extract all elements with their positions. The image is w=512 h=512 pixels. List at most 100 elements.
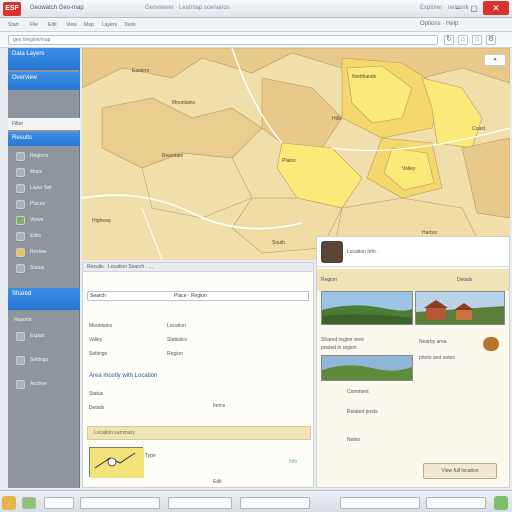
entry-subtitle: posted in region: [321, 345, 357, 351]
sidebar-results-tab[interactable]: Results: [8, 132, 80, 146]
info-header: Location Info ·: [317, 237, 509, 267]
result-item[interactable]: Location: [167, 323, 186, 329]
related-link[interactable]: Related posts: [347, 409, 378, 415]
settings-icon[interactable]: ⚙: [486, 35, 496, 45]
entry2-subtitle: photo and notes: [419, 355, 455, 361]
minimize-icon[interactable]: –: [452, 3, 464, 14]
sidebar-item-label: Edits: [30, 233, 42, 239]
landscape-photo[interactable]: [321, 291, 413, 325]
menu-edit[interactable]: Edit: [48, 22, 57, 28]
taskbar-button[interactable]: [168, 497, 232, 509]
sidebar-item-label: Export: [30, 333, 45, 339]
sidebar-item-places[interactable]: Places: [8, 198, 80, 212]
sidebar: Data Layers Overview Filter Results Regi…: [8, 48, 80, 488]
taskbar-button[interactable]: [340, 497, 420, 509]
menu-map[interactable]: Map: [84, 22, 94, 28]
map-label: Coast: [472, 126, 486, 132]
result-item[interactable]: Details: [89, 405, 104, 411]
toolbar-options[interactable]: Options · Help: [420, 21, 458, 27]
app-logo[interactable]: ESF: [3, 2, 21, 16]
sidebar-item-review[interactable]: Review: [8, 246, 80, 260]
map-close-icon[interactable]: ✕: [484, 54, 506, 66]
sidebar-results-label: Results: [12, 135, 33, 141]
result-item[interactable]: Mountains: [89, 323, 112, 329]
summary-banner[interactable]: Location summary: [87, 426, 311, 440]
map-view[interactable]: Eastern Mountains Northlands Riverdale P…: [82, 48, 510, 260]
sidebar-item-layerset[interactable]: Layer Set: [8, 182, 80, 196]
edit-link[interactable]: Edit: [213, 479, 222, 485]
tray-icon[interactable]: [494, 496, 508, 510]
toolbar: Start File Edit View Map Layers Tools Op…: [0, 18, 512, 32]
menu-view[interactable]: View: [66, 22, 77, 28]
location-search-input[interactable]: Search Place · Region: [87, 291, 309, 301]
result-summary-link[interactable]: Area mostly with Location: [89, 373, 157, 379]
sidebar-item-settings[interactable]: Settings: [8, 354, 80, 368]
sidebar-item-label: Regions: [30, 153, 49, 159]
result-item[interactable]: Status: [89, 391, 103, 397]
result-item[interactable]: Region: [167, 351, 183, 357]
sidebar-item-label: Layer Set: [30, 185, 52, 191]
comment-link[interactable]: Comment: [347, 389, 369, 395]
app-icon[interactable]: [22, 497, 36, 509]
results-header: Results · Location Search · ...: [83, 263, 313, 272]
menu-file[interactable]: File: [30, 22, 38, 28]
results-panel: Results · Location Search · ... Search P…: [82, 262, 314, 488]
entry-title[interactable]: Shared region view: [321, 337, 364, 343]
result-item[interactable]: Settings: [89, 351, 107, 357]
maximize-icon[interactable]: ▢: [468, 3, 480, 14]
location-thumbnail[interactable]: [89, 447, 144, 478]
sidebar-item-export[interactable]: Export: [8, 330, 80, 344]
location-info-panel: Location Info · Region Details Shared re…: [316, 236, 510, 488]
map-label: Northlands: [352, 74, 377, 80]
sidebar-item-views[interactable]: Views: [8, 214, 80, 228]
taskbar-button[interactable]: [240, 497, 310, 509]
notes-link[interactable]: Notes: [347, 437, 360, 443]
result-item[interactable]: Statistics: [167, 337, 187, 343]
sidebar-header-layers[interactable]: Data Layers: [8, 48, 80, 70]
taskbar-button[interactable]: [80, 497, 160, 509]
refresh-icon[interactable]: ↻: [444, 35, 454, 45]
sidebar-shared-tab[interactable]: Shared: [8, 288, 80, 310]
taskbar-button[interactable]: [44, 497, 74, 509]
view-location-button[interactable]: View full location: [423, 463, 497, 479]
home-icon[interactable]: ⌂: [458, 35, 468, 45]
avatar[interactable]: [321, 241, 343, 263]
address-input[interactable]: geo://region/map: [8, 35, 438, 45]
sidebar-item-reports[interactable]: Reports: [8, 314, 80, 328]
start-icon[interactable]: [2, 496, 16, 510]
sidebar-item-status[interactable]: Status: [8, 262, 80, 276]
thumbnail-label: Type: [145, 453, 156, 459]
hills-image: [322, 356, 412, 380]
band-left-label: Region: [321, 277, 337, 283]
village-photo[interactable]: [415, 291, 505, 325]
info-band: Region Details: [317, 269, 509, 291]
entry2-title[interactable]: Nearby area: [419, 339, 447, 345]
star-icon[interactable]: ☆: [472, 35, 482, 45]
map-label: Eastern: [132, 68, 150, 74]
sidebar-item-regions[interactable]: Regions: [8, 150, 80, 164]
menu-layers[interactable]: Layers: [102, 22, 117, 28]
pencil-icon: [16, 232, 25, 241]
sidebar-filter[interactable]: Filter: [8, 118, 80, 130]
sidebar-item-label: Maps: [30, 169, 43, 175]
map-canvas[interactable]: [82, 48, 510, 260]
search-label: Search: [90, 293, 106, 299]
taskbar-button[interactable]: [426, 497, 486, 509]
map-label: Riverdale: [162, 153, 184, 159]
sidebar-overview[interactable]: Overview: [8, 72, 80, 90]
menu-tools[interactable]: Tools: [124, 22, 136, 28]
window-subtitle: Geoviewer · Leafmap scenarios: [145, 5, 230, 11]
hills-photo[interactable]: [321, 355, 413, 381]
sidebar-item-edits[interactable]: Edits: [8, 230, 80, 244]
sidebar-item-label: Views: [30, 217, 44, 223]
close-icon[interactable]: ✕: [483, 1, 509, 15]
sidebar-item-archive[interactable]: Archive: [8, 378, 80, 392]
sidebar-item-label: Places: [30, 201, 46, 207]
info-link[interactable]: Info: [289, 459, 297, 465]
title-bar: ESF Geowatch Geo-map Geoviewer · Leafmap…: [0, 0, 512, 18]
menu-start[interactable]: Start: [8, 22, 19, 28]
avatar[interactable]: [483, 337, 499, 351]
result-item[interactable]: Valley: [89, 337, 102, 343]
sidebar-item-maps[interactable]: Maps: [8, 166, 80, 180]
result-item[interactable]: Items: [213, 403, 225, 409]
